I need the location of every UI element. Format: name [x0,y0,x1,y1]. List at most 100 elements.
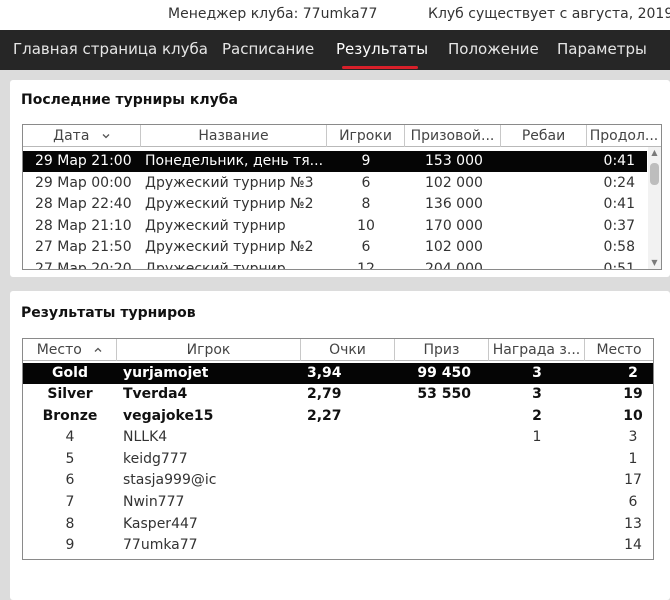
nav-bar: Главная страница клуба Расписание Резуль… [0,30,670,70]
row-award [489,470,585,491]
col-name[interactable]: Название [141,125,327,147]
row-place: 7 [65,494,75,510]
row-prize [395,514,471,535]
row-player: Tverda4 [123,386,188,402]
chevron-up-icon [94,347,102,352]
row-duration: 0:37 [603,218,635,234]
row-name: Дружеский турнир №2 [145,196,314,212]
row-rank: 19 [623,386,643,402]
col-points[interactable]: Очки [301,339,395,361]
row-name: Дружеский турнир [145,218,286,234]
row-players: 9 [361,153,371,169]
row-rank: 13 [624,516,642,532]
tournament-results-table: Место Игрок Очки Приз Награда з... Место… [22,338,654,560]
row-award: 3 [532,365,542,381]
col-prize[interactable]: Приз [395,339,489,361]
recent-table-scrollbar[interactable]: ▲ ▼ [648,147,661,269]
row-award [489,449,585,470]
table-row[interactable]: 29 Мар 00:00 Дружеский турнир №3 6 102 0… [23,173,647,194]
row-rank: 14 [624,537,642,553]
results-table-header: Место Игрок Очки Приз Награда з... Место [23,339,653,361]
club-manager-label: Менеджер клуба: 77umka77 [168,6,378,22]
row-award: 1 [532,429,542,445]
row-players: 8 [361,196,371,212]
table-row[interactable]: Bronze vegajoke15 2,27 2 10 [23,406,653,427]
row-duration: 0:41 [603,196,635,212]
row-player: yurjamojet [123,365,209,381]
row-prize [395,449,471,470]
table-row[interactable]: Gold yurjamojet 3,94 99 450 3 2 [23,363,653,384]
table-row[interactable]: 27 Мар 21:50 Дружеский турнир №2 6 102 0… [23,237,647,258]
row-date: 28 Мар 22:40 [35,196,132,212]
row-prize: 102 000 [425,239,483,255]
row-prize: 153 000 [425,153,483,169]
row-prize [395,470,471,491]
row-players: 6 [361,239,371,255]
tab-results[interactable]: Результаты [336,40,428,58]
row-rank: 6 [628,494,638,510]
table-row[interactable]: Silver Tverda4 2,79 53 550 3 19 [23,384,653,405]
row-players: 6 [361,175,371,191]
row-duration: 0:41 [603,153,635,169]
row-place: 4 [65,429,75,445]
row-duration: 0:58 [603,239,635,255]
table-row[interactable]: 8 Kasper447 13 [23,514,653,535]
table-row[interactable]: 29 Мар 21:00 Понедельник, день тя... 9 1… [23,151,647,172]
tab-parameters[interactable]: Параметры [557,40,647,58]
row-prize: 136 000 [425,196,483,212]
row-date: 28 Мар 21:10 [35,218,132,234]
scrollbar-thumb[interactable] [650,163,659,185]
table-row[interactable]: 28 Мар 22:40 Дружеский турнир №2 8 136 0… [23,194,647,215]
recent-table-header: Дата Название Игроки Призовой... Ребаи П… [23,125,661,147]
col-award[interactable]: Награда з... [489,339,585,361]
col-rank[interactable]: Место [585,339,653,361]
row-player: Nwin777 [123,494,185,510]
row-place: Silver [47,386,93,402]
row-player: NLLK4 [123,429,168,445]
row-prize [395,492,471,513]
row-prize: 53 550 [417,386,471,402]
col-prize-pool[interactable]: Призовой... [405,125,501,147]
row-player: stasja999@ic [123,472,217,488]
tab-standings[interactable]: Положение [448,40,539,58]
row-name: Дружеский турнир №2 [145,239,314,255]
top-bar: Менеджер клуба: 77umka77 Клуб существует… [0,0,670,30]
row-date: 29 Мар 00:00 [35,175,132,191]
row-award: 2 [532,408,542,424]
row-place: 9 [65,537,75,553]
row-players: 12 [357,261,375,270]
col-players[interactable]: Игроки [327,125,405,147]
col-date[interactable]: Дата [23,125,141,147]
tab-schedule[interactable]: Расписание [222,40,314,58]
row-place: 5 [65,451,75,467]
active-tab-indicator [342,66,418,69]
row-name: Дружеский турнир [145,261,286,270]
table-row[interactable]: 5 keidg777 1 [23,449,653,470]
col-place[interactable]: Место [23,339,117,361]
tab-club-home[interactable]: Главная страница клуба [13,40,208,58]
row-place: Gold [52,365,88,381]
row-date: 27 Мар 20:20 [35,261,132,270]
row-prize: 99 450 [417,365,471,381]
col-player[interactable]: Игрок [117,339,301,361]
row-award [489,535,585,556]
row-rebuys [501,216,587,237]
table-row[interactable]: 6 stasja999@ic 17 [23,470,653,491]
row-rank: 10 [623,408,643,424]
recent-tournaments-title: Последние турниры клуба [21,92,238,108]
row-prize: 204 000 [425,261,483,270]
row-rank: 17 [624,472,642,488]
row-points: 2,79 [307,386,342,402]
table-row[interactable]: 28 Мар 21:10 Дружеский турнир 10 170 000… [23,216,647,237]
row-duration: 0:51 [603,261,635,270]
table-row[interactable]: 7 Nwin777 6 [23,492,653,513]
table-row[interactable]: 27 Мар 20:20 Дружеский турнир 12 204 000… [23,259,647,270]
row-prize: 170 000 [425,218,483,234]
table-row[interactable]: 9 77umka77 14 [23,535,653,556]
scroll-up-icon[interactable]: ▲ [650,149,659,157]
col-rebuys[interactable]: Ребаи [501,125,587,147]
col-duration[interactable]: Продол... [587,125,661,147]
row-players: 10 [357,218,375,234]
table-row[interactable]: 4 NLLK4 1 3 [23,427,653,448]
scroll-down-icon[interactable]: ▼ [650,259,659,267]
